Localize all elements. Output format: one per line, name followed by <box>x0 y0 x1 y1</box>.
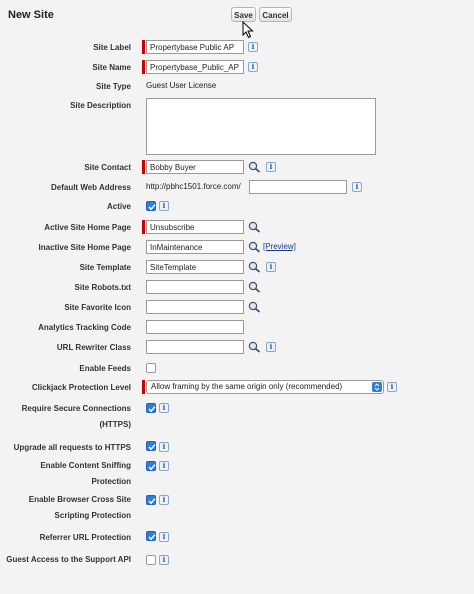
site-robots-input[interactable] <box>146 280 244 294</box>
site-template-label: Site Template <box>79 263 131 272</box>
magnifier-lookup-icon[interactable] <box>248 161 261 173</box>
active-home-page-label: Active Site Home Page <box>44 223 131 232</box>
checkmark-icon <box>148 444 156 451</box>
cross-site-scripting-checkbox[interactable] <box>146 495 156 505</box>
analytics-code-label: Analytics Tracking Code <box>38 323 131 332</box>
content-sniffing-label: Enable Content Sniffing Protection <box>40 461 131 486</box>
site-template-input[interactable]: SiteTemplate <box>146 260 244 274</box>
web-address-prefix: http://pbhc1501.force.com/ <box>146 182 241 191</box>
web-address-input[interactable] <box>249 180 347 194</box>
info-icon[interactable]: i <box>159 495 169 505</box>
site-label-label: Site Label <box>93 43 131 52</box>
magnifier-lookup-icon[interactable] <box>248 301 261 313</box>
required-indicator <box>142 60 145 74</box>
site-description-label: Site Description <box>70 101 131 110</box>
site-contact-label: Site Contact <box>84 163 131 172</box>
site-robots-label: Site Robots.txt <box>74 283 131 292</box>
info-icon[interactable]: i <box>159 403 169 413</box>
referrer-url-checkbox[interactable] <box>146 531 156 541</box>
magnifier-lookup-icon[interactable] <box>248 341 261 353</box>
upgrade-https-checkbox[interactable] <box>146 441 156 451</box>
info-icon[interactable]: i <box>266 262 276 272</box>
guest-access-api-checkbox[interactable] <box>146 555 156 565</box>
upgrade-https-label: Upgrade all requests to HTTPS <box>13 443 131 452</box>
default-web-address-label: Default Web Address <box>50 183 131 192</box>
preview-link[interactable]: [Preview] <box>263 241 296 252</box>
inactive-home-page-input[interactable]: InMaintenance <box>146 240 244 254</box>
site-contact-input[interactable]: Bobby Buyer <box>146 160 244 174</box>
info-icon[interactable]: i <box>159 532 169 542</box>
url-rewriter-label: URL Rewriter Class <box>56 343 131 352</box>
site-type-label: Site Type <box>96 82 131 91</box>
enable-feeds-label: Enable Feeds <box>79 364 131 373</box>
site-favorite-icon-input[interactable] <box>146 300 244 314</box>
magnifier-lookup-icon[interactable] <box>248 281 261 293</box>
guest-access-api-label: Guest Access to the Support API <box>6 555 131 564</box>
site-label-input[interactable]: Propertybase Public AP <box>146 40 244 54</box>
checkmark-icon <box>148 534 156 541</box>
required-indicator <box>142 380 145 394</box>
info-icon[interactable]: i <box>352 182 362 192</box>
clickjack-label: Clickjack Protection Level <box>31 383 131 392</box>
info-icon[interactable]: i <box>248 62 258 72</box>
clickjack-select[interactable]: Allow framing by the same origin only (r… <box>146 380 384 394</box>
site-type-value: Guest User License <box>146 81 217 90</box>
page-title: New Site <box>8 9 54 21</box>
cross-site-scripting-label: Enable Browser Cross Site Scripting Prot… <box>28 495 131 520</box>
new-site-page: New Site Save Cancel Site Label Property… <box>0 0 474 594</box>
info-icon[interactable]: i <box>248 42 258 52</box>
checkmark-icon <box>148 204 156 211</box>
url-rewriter-input[interactable] <box>146 340 244 354</box>
info-icon[interactable]: i <box>387 382 397 392</box>
checkmark-icon <box>148 464 156 471</box>
analytics-code-input[interactable] <box>146 320 244 334</box>
required-indicator <box>142 160 145 174</box>
require-secure-checkbox[interactable] <box>146 403 156 413</box>
clickjack-selected-value: Allow framing by the same origin only (r… <box>151 382 343 391</box>
info-icon[interactable]: i <box>159 555 169 565</box>
info-icon[interactable]: i <box>266 342 276 352</box>
info-icon[interactable]: i <box>159 461 169 471</box>
info-icon[interactable]: i <box>159 201 169 211</box>
site-favorite-icon-label: Site Favorite Icon <box>64 303 131 312</box>
active-checkbox[interactable] <box>146 201 156 211</box>
active-label: Active <box>106 202 131 211</box>
site-name-input[interactable]: Propertybase_Public_AP <box>146 60 244 74</box>
magnifier-lookup-icon[interactable] <box>248 261 261 273</box>
required-indicator <box>142 220 145 234</box>
info-icon[interactable]: i <box>266 162 276 172</box>
magnifier-lookup-icon[interactable] <box>248 241 261 253</box>
checkmark-icon <box>148 498 156 505</box>
site-description-textarea[interactable] <box>146 98 376 155</box>
checkmark-icon <box>148 406 156 413</box>
site-name-label: Site Name <box>92 63 131 72</box>
magnifier-lookup-icon[interactable] <box>248 221 261 233</box>
select-arrows-icon <box>372 382 382 392</box>
content-sniffing-checkbox[interactable] <box>146 461 156 471</box>
mouse-pointer-icon <box>242 21 254 39</box>
info-icon[interactable]: i <box>159 442 169 452</box>
active-home-page-input[interactable]: Unsubscribe <box>146 220 244 234</box>
enable-feeds-checkbox[interactable] <box>146 363 156 373</box>
save-button[interactable]: Save <box>231 7 256 22</box>
cancel-button[interactable]: Cancel <box>259 7 292 22</box>
inactive-home-page-label: Inactive Site Home Page <box>38 243 131 252</box>
require-secure-label: Require Secure Connections (HTTPS) <box>21 404 131 429</box>
required-indicator <box>142 40 145 54</box>
referrer-url-label: Referrer URL Protection <box>39 533 131 542</box>
